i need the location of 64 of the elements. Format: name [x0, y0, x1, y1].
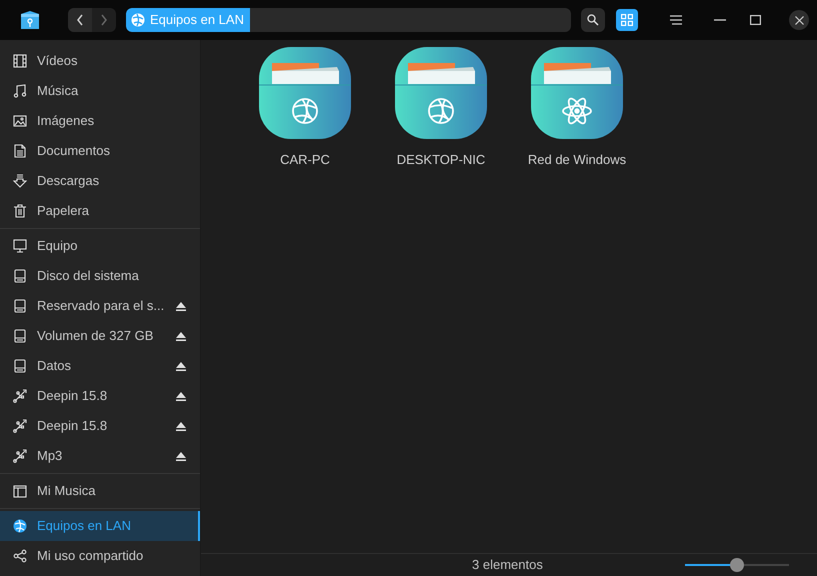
- minimize-icon[interactable]: [714, 19, 726, 21]
- drive-icon: [13, 269, 27, 283]
- drive-icon: [13, 329, 27, 343]
- monitor-icon: [13, 239, 27, 253]
- folder-icon: [13, 484, 27, 498]
- file-name: CAR-PC: [280, 151, 330, 169]
- grid-view-button[interactable]: [616, 9, 638, 31]
- grid-icon: [621, 14, 633, 26]
- close-icon: [794, 16, 804, 24]
- share-icon: [13, 549, 27, 563]
- globe-icon: [131, 13, 145, 27]
- sidebar-item[interactable]: Deepin 15.8: [0, 411, 200, 441]
- network-folder-icon[interactable]: [395, 47, 487, 139]
- sidebar-item[interactable]: Deepin 15.8: [0, 381, 200, 411]
- sidebar-item[interactable]: Imágenes: [0, 106, 200, 136]
- usb-icon: [13, 389, 27, 403]
- usb-icon: [13, 449, 27, 463]
- sidebar-item[interactable]: Reservado para el s...: [0, 291, 200, 321]
- chevron-left-icon: [76, 14, 84, 26]
- image-icon: [13, 114, 27, 128]
- item-count: 3 elementos: [472, 556, 543, 574]
- sidebar-item[interactable]: Datos: [0, 351, 200, 381]
- sidebar-item[interactable]: Equipo: [0, 231, 200, 261]
- network-folder-icon[interactable]: [259, 47, 351, 139]
- sidebar-item[interactable]: Disco del sistema: [0, 261, 200, 291]
- eject-icon[interactable]: [176, 302, 186, 310]
- sidebar-item[interactable]: Mi Musica: [0, 476, 200, 506]
- search-icon: [587, 14, 599, 26]
- eject-icon[interactable]: [176, 332, 186, 340]
- sidebar-item[interactable]: Vídeos: [0, 46, 200, 76]
- globe-icon: [13, 519, 27, 533]
- sidebar-item[interactable]: Equipos en LAN: [0, 511, 200, 541]
- download-icon: [13, 174, 27, 188]
- zoom-slider[interactable]: [685, 558, 789, 572]
- sidebar-item[interactable]: Mp3: [0, 441, 200, 471]
- sidebar-item[interactable]: Documentos: [0, 136, 200, 166]
- sidebar-item[interactable]: Música: [0, 76, 200, 106]
- eject-icon[interactable]: [176, 362, 186, 370]
- maximize-icon[interactable]: [750, 15, 761, 25]
- file-name: DESKTOP-NIC: [396, 151, 486, 169]
- app-logo-icon: [20, 10, 40, 30]
- music-note-icon: [13, 84, 27, 98]
- slider-thumb[interactable]: [730, 558, 744, 572]
- network-folder-icon[interactable]: [531, 47, 623, 139]
- chevron-right-icon: [100, 14, 108, 26]
- close-button[interactable]: [789, 10, 809, 30]
- back-button[interactable]: [68, 8, 92, 32]
- eject-icon[interactable]: [176, 422, 186, 430]
- usb-icon: [13, 419, 27, 433]
- sidebar-item[interactable]: Mi uso compartido: [0, 541, 200, 571]
- menu-icon[interactable]: [670, 15, 682, 25]
- document-icon: [13, 144, 27, 158]
- file-name: Red de Windows: [528, 151, 626, 169]
- sidebar-item[interactable]: Volumen de 327 GB: [0, 321, 200, 351]
- trash-icon: [13, 204, 27, 218]
- address-text: Equipos en LAN: [150, 11, 244, 30]
- sidebar-item[interactable]: Descargas: [0, 166, 200, 196]
- search-button[interactable]: [581, 8, 605, 32]
- drive-icon: [13, 299, 27, 313]
- eject-icon[interactable]: [176, 452, 186, 460]
- eject-icon[interactable]: [176, 392, 186, 400]
- film-icon: [13, 54, 27, 68]
- sidebar-item[interactable]: Papelera: [0, 196, 200, 226]
- drive-icon: [13, 359, 27, 373]
